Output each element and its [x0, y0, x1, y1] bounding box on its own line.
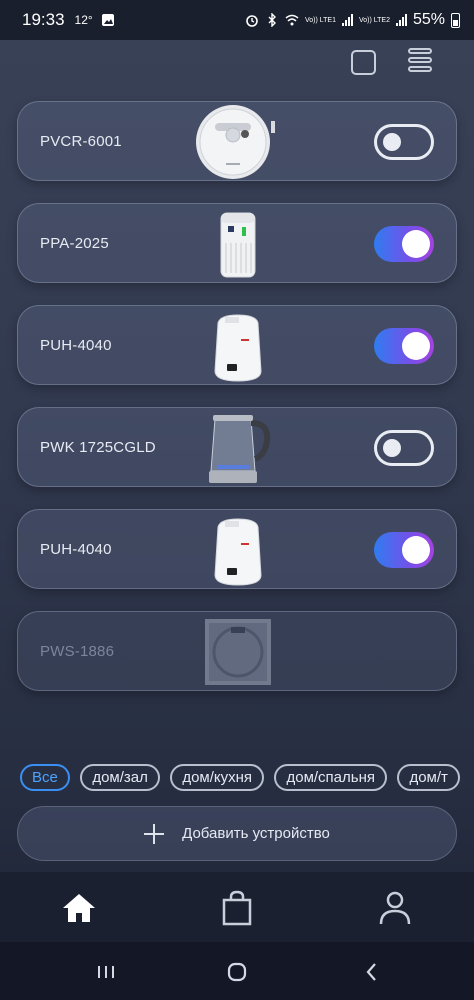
bathroom-scale-image [205, 619, 271, 685]
bottom-nav [0, 872, 474, 942]
gallery-icon [101, 14, 114, 26]
tag-bedroom[interactable]: дом/спальня [274, 764, 387, 791]
air-purifier-image [220, 212, 256, 278]
power-toggle[interactable] [374, 532, 434, 568]
tag-partial[interactable]: дом/т [397, 764, 460, 791]
device-card[interactable]: PWK 1725CGLD [17, 407, 457, 487]
tag-filter-bar: Все дом/зал дом/кухня дом/спальня дом/т [20, 764, 474, 792]
plus-icon [144, 823, 165, 844]
tag-kitchen[interactable]: дом/кухня [170, 764, 265, 791]
alarm-icon [246, 15, 258, 27]
shopping-bag-icon[interactable] [217, 888, 257, 928]
humidifier-image [214, 518, 262, 586]
status-time: 19:33 [22, 10, 65, 29]
power-toggle[interactable] [374, 226, 434, 262]
profile-icon[interactable] [375, 888, 415, 928]
robot-vacuum-image [196, 105, 275, 179]
power-toggle[interactable] [374, 328, 434, 364]
recent-apps-icon[interactable] [94, 960, 118, 984]
select-mode-button[interactable] [351, 50, 376, 75]
device-list: PVCR-6001 PPA-2025 PUH-4040 PWK 1725CGLD… [17, 101, 457, 713]
sim1-label: Vo)) LTE1 [304, 16, 336, 24]
glass-kettle-image [209, 415, 271, 483]
device-name: PWK 1725CGLD [40, 439, 156, 456]
status-temperature: 12° [74, 13, 93, 27]
add-device-label: Добавить устройство [182, 825, 330, 842]
system-home-icon[interactable] [225, 960, 249, 984]
battery-percent: 55% [412, 11, 445, 28]
humidifier-image [214, 314, 262, 382]
device-name: PUH-4040 [40, 337, 112, 354]
device-card[interactable]: PWS-1886 [17, 611, 457, 691]
status-bar: 19:33 12° Vo)) LTE1 Vo)) LTE2 55% [0, 0, 474, 40]
power-toggle[interactable] [374, 124, 434, 160]
system-nav-bar [0, 942, 474, 1000]
add-device-button[interactable]: Добавить устройство [17, 806, 457, 861]
menu-icon[interactable] [408, 48, 436, 76]
device-card[interactable]: PUH-4040 [17, 509, 457, 589]
signal-icon [341, 14, 353, 26]
device-name: PUH-4040 [40, 541, 112, 558]
device-name: PWS-1886 [40, 643, 115, 660]
bluetooth-icon [268, 13, 276, 27]
power-toggle[interactable] [374, 430, 434, 466]
device-name: PPA-2025 [40, 235, 109, 252]
home-icon[interactable] [59, 888, 99, 928]
device-name: PVCR-6001 [40, 133, 122, 150]
tag-living-room[interactable]: дом/зал [80, 764, 160, 791]
device-card[interactable]: PPA-2025 [17, 203, 457, 283]
device-card[interactable]: PVCR-6001 [17, 101, 457, 181]
wifi-icon [285, 14, 299, 26]
back-icon[interactable] [360, 960, 384, 984]
signal-icon [395, 14, 407, 26]
battery-icon [451, 12, 460, 28]
device-card[interactable]: PUH-4040 [17, 305, 457, 385]
tag-all[interactable]: Все [20, 764, 70, 791]
sim2-label: Vo)) LTE2 [358, 16, 390, 24]
